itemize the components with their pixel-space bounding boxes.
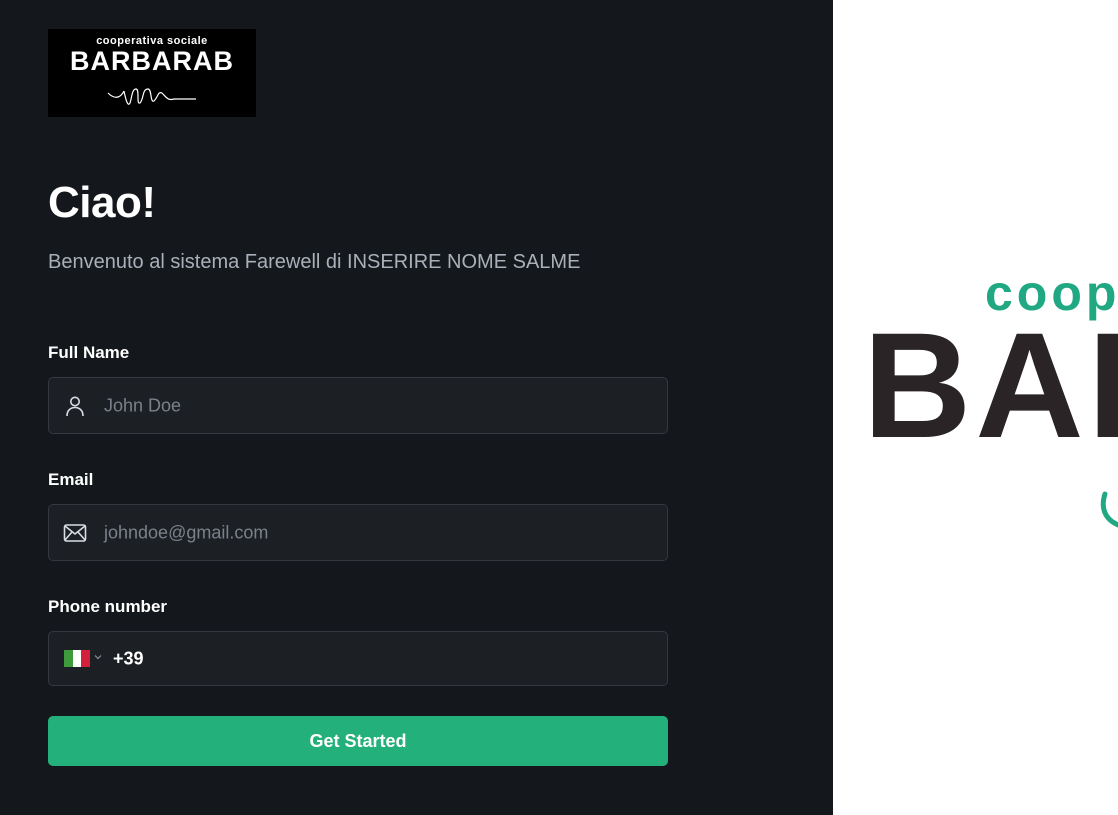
- chevron-down-icon[interactable]: [94, 653, 102, 661]
- login-panel: cooperativa sociale BARBARAB Ciao! Benve…: [0, 0, 833, 815]
- signature-icon: [107, 88, 196, 105]
- full-name-placeholder: John Doe: [104, 395, 182, 415]
- get-started-button[interactable]: Get Started: [48, 716, 668, 766]
- email-placeholder: johndoe@gmail.com: [104, 522, 269, 542]
- italy-flag-icon[interactable]: [64, 650, 91, 667]
- full-name-field[interactable]: John Doe: [48, 377, 668, 434]
- phone-label: Phone number: [48, 597, 168, 616]
- brand-banner: coop BAR: [833, 0, 1118, 815]
- page-title: Ciao!: [48, 178, 156, 227]
- dial-code: +39: [113, 648, 144, 668]
- logo-name: BARBARAB: [70, 46, 234, 76]
- email-label: Email: [48, 470, 94, 489]
- user-icon: [66, 396, 84, 416]
- welcome-subtitle: Benvenuto al sistema Farewell di INSERIR…: [48, 251, 581, 273]
- mail-icon: [63, 523, 87, 542]
- brand-logo: cooperativa sociale BARBARAB: [48, 29, 256, 117]
- signature-swirl-icon: [1100, 491, 1118, 528]
- email-field[interactable]: johndoe@gmail.com: [48, 504, 668, 561]
- full-name-label: Full Name: [48, 343, 130, 362]
- phone-field[interactable]: +39: [48, 631, 668, 686]
- banner-name: BAR: [863, 301, 1118, 469]
